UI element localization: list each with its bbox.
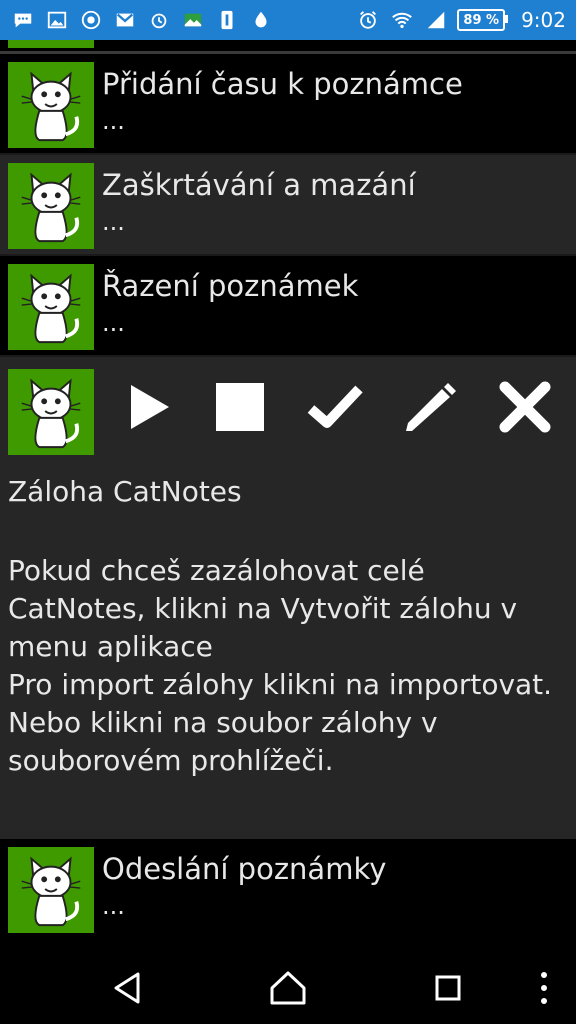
status-bar: 89 % 9:02	[0, 0, 576, 40]
chat-icon	[10, 9, 36, 31]
note-thumbnail	[8, 40, 94, 48]
landscape-icon	[180, 9, 206, 31]
home-icon	[270, 971, 306, 1005]
note-item[interactable]: Odeslání poznámky ...	[0, 839, 576, 940]
sim-icon	[214, 9, 240, 31]
screen: 89 % 9:02 Přidání času k poznámce ... Za…	[0, 0, 576, 1024]
note-title: Řazení poznámek	[102, 269, 359, 303]
overflow-menu-button[interactable]	[520, 964, 568, 1012]
note-toolbar	[0, 357, 576, 458]
navigation-bar	[0, 944, 576, 1024]
cat-icon	[8, 264, 94, 350]
lego-icon	[78, 9, 104, 31]
cat-icon	[8, 163, 94, 249]
note-item[interactable]: Zaškrtávání a mazání ...	[0, 155, 576, 256]
alarm-robot-icon	[146, 9, 172, 31]
clock: 9:02	[521, 8, 566, 32]
play-icon	[131, 385, 169, 429]
note-subtitle: ...	[102, 892, 125, 920]
wifi-icon	[389, 9, 415, 31]
note-subtitle: ...	[102, 208, 125, 236]
recents-icon	[435, 975, 461, 1001]
play-button[interactable]	[112, 372, 182, 442]
expanded-note[interactable]: Záloha CatNotes Pokud chceš zazálohovat …	[0, 357, 576, 839]
note-subtitle: ...	[102, 309, 125, 337]
note-title: Zaškrtávání a mazání	[102, 168, 416, 202]
note-title: Přidání času k poznámce	[102, 67, 463, 101]
stop-button[interactable]	[205, 372, 275, 442]
more-vertical-icon	[541, 972, 547, 1004]
battery-indicator: 89 %	[457, 9, 508, 31]
note-text: Řazení poznámek ...	[102, 268, 358, 338]
close-icon	[499, 381, 551, 433]
check-icon	[307, 385, 363, 428]
cat-icon	[8, 62, 94, 148]
note-title: Odeslání poznámky	[102, 852, 387, 886]
gmail-icon	[112, 9, 138, 31]
image-icon	[44, 9, 70, 31]
alarm-icon	[355, 9, 381, 31]
expanded-note-title: Záloha CatNotes	[8, 475, 242, 508]
check-button[interactable]	[300, 372, 370, 442]
expanded-note-body: Pokud chceš zazálohovat celé CatNotes, k…	[8, 554, 553, 777]
note-text: Odeslání poznámky ...	[102, 851, 386, 921]
note-text: Zaškrtávání a mazání ...	[102, 167, 416, 237]
stop-icon	[216, 383, 264, 431]
previous-note-sliver	[0, 40, 576, 54]
recents-button[interactable]	[424, 964, 472, 1012]
status-left-icons	[10, 9, 274, 31]
note-text: Přidání času k poznámce ...	[102, 66, 463, 136]
cat-icon	[8, 847, 94, 933]
home-button[interactable]	[264, 964, 312, 1012]
back-icon	[114, 972, 140, 1004]
signal-icon	[423, 9, 449, 31]
note-item[interactable]: Přidání času k poznámce ...	[0, 54, 576, 155]
note-list[interactable]: Přidání času k poznámce ... Zaškrtávání …	[0, 40, 576, 940]
status-right-icons: 89 % 9:02	[355, 8, 566, 32]
cat-icon	[8, 368, 94, 455]
pencil-icon	[406, 383, 456, 431]
back-button[interactable]	[104, 964, 152, 1012]
drop-icon	[248, 9, 274, 31]
note-item[interactable]: Řazení poznámek ...	[0, 256, 576, 357]
note-subtitle: ...	[102, 107, 125, 135]
delete-button[interactable]	[490, 372, 560, 442]
edit-button[interactable]	[395, 372, 465, 442]
